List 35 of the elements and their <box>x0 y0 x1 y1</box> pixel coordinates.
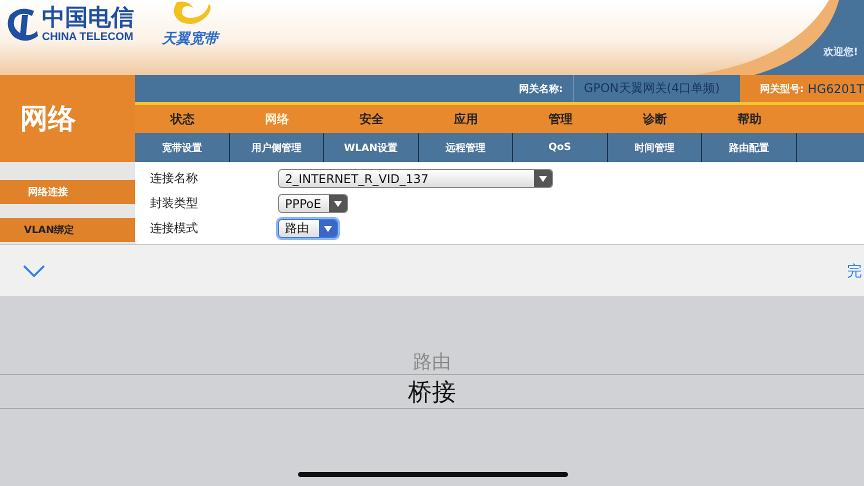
nav-tab[interactable]: 诊断 <box>608 105 702 133</box>
brand-name: 中国电信 <box>42 4 134 31</box>
done-button[interactable]: 完 <box>847 262 862 280</box>
sidebar-item[interactable]: 网络连接 <box>0 180 135 204</box>
sidebar-item[interactable]: VLAN绑定 <box>0 218 135 242</box>
picker-option[interactable]: 桥接 <box>0 374 864 409</box>
subnav-tab[interactable]: WLAN设置 <box>324 133 418 162</box>
caret-icon <box>319 220 337 237</box>
select-field[interactable]: 2_INTERNET_R_VID_137 <box>278 169 553 188</box>
section-title: 网络 <box>0 75 135 162</box>
gateway-model-label: 网关型号: <box>760 82 804 96</box>
nav-tab[interactable]: 帮助 <box>702 105 796 133</box>
field-label: 封装类型 <box>150 195 199 212</box>
field-label: 连接模式 <box>150 220 199 237</box>
nav-tab[interactable]: 应用 <box>418 105 513 133</box>
subnav-tab[interactable]: 用户侧管理 <box>230 133 324 162</box>
gateway-name-label: 网关名称: <box>518 82 563 96</box>
select-field[interactable]: 路由 <box>278 219 338 238</box>
subnav-tab[interactable]: QoS <box>513 133 608 162</box>
gateway-model: HG6201T <box>808 82 864 96</box>
nav-tab[interactable]: 管理 <box>513 105 608 133</box>
subnav-tab[interactable]: 远程管理 <box>418 133 513 162</box>
subnav-tab[interactable]: 宽带设置 <box>135 133 230 162</box>
field-label: 连接名称 <box>150 170 199 187</box>
subnav-tab[interactable]: 路由配置 <box>702 133 796 162</box>
select-field[interactable]: PPPoE <box>278 194 348 213</box>
nav-tab[interactable]: 状态 <box>135 105 230 133</box>
broadband-logo-text: 天翼宽带 <box>162 30 218 48</box>
caret-icon <box>534 170 552 187</box>
chevron-down-icon[interactable] <box>22 264 46 278</box>
caret-icon <box>329 195 347 212</box>
brand-english-name: CHINA TELECOM <box>42 31 134 43</box>
nav-tab[interactable]: 安全 <box>324 105 418 133</box>
subnav-tab[interactable]: 时间管理 <box>608 133 702 162</box>
welcome-text: 欢迎您! <box>823 45 858 59</box>
